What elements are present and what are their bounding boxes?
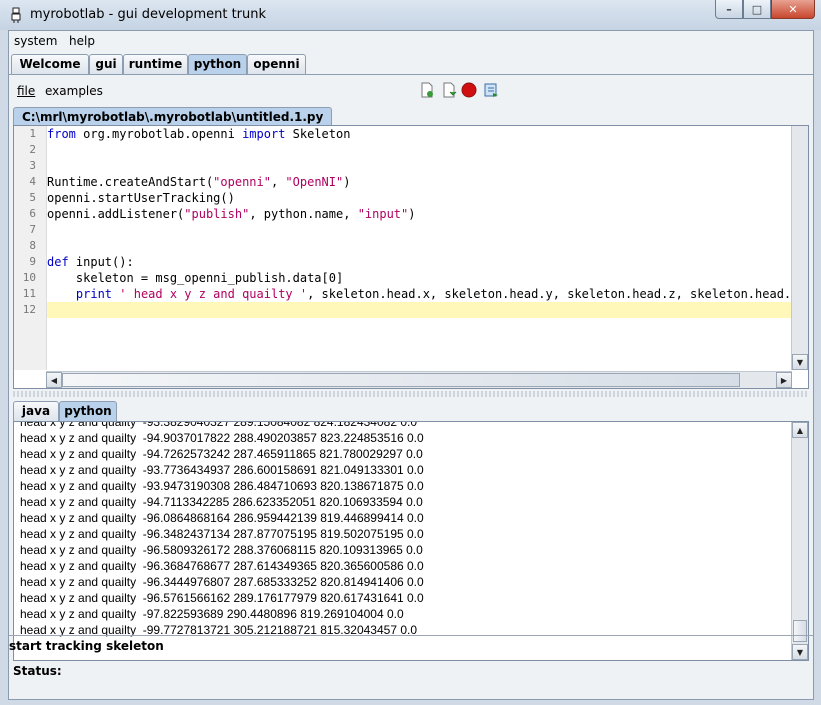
tab-openni[interactable]: openni: [247, 54, 306, 74]
python-menu-file[interactable]: file: [17, 84, 35, 98]
current-line-highlight: [47, 302, 791, 318]
console-line: head x y z and quailty -93.3829040327 28…: [20, 422, 418, 429]
tab-python-output[interactable]: python: [59, 401, 117, 421]
console-line: head x y z and quailty -96.3684768677 28…: [20, 559, 424, 573]
code-line-9: def input():: [47, 255, 134, 269]
menu-system[interactable]: system: [14, 34, 57, 48]
console-vertical-scrollbar[interactable]: ▲ ▼: [791, 422, 808, 660]
title-bar[interactable]: myrobotlab - gui development trunk – □ ✕: [0, 0, 821, 30]
execute-icon[interactable]: [483, 82, 499, 98]
console-text-area: head x y z and quailty -93.3829040327 28…: [14, 422, 791, 660]
menu-help[interactable]: help: [69, 34, 95, 48]
console-output[interactable]: head x y z and quailty -93.3829040327 28…: [13, 421, 809, 661]
scroll-down-arrow-icon[interactable]: ▼: [792, 644, 808, 660]
console-line: head x y z and quailty -93.7736434937 28…: [20, 463, 424, 477]
tab-python[interactable]: python: [188, 54, 247, 74]
robot-app-icon: [11, 7, 21, 23]
console-line: head x y z and quailty -96.0864868164 28…: [20, 511, 424, 525]
code-line-6: openni.addListener("publish", python.nam…: [47, 207, 416, 221]
main-window: system help Welcome gui runtime python o…: [8, 30, 814, 700]
editor-horizontal-scrollbar[interactable]: ◀ ▶: [46, 371, 792, 388]
line-number: 1: [29, 127, 36, 140]
console-line: head x y z and quailty -96.3444976807 28…: [20, 575, 424, 589]
minimize-button[interactable]: –: [715, 0, 743, 19]
tab-divider: [9, 74, 813, 75]
console-line: head x y z and quailty -93.9473190308 28…: [20, 479, 424, 493]
split-pane-divider[interactable]: [13, 391, 807, 397]
scroll-right-arrow-icon[interactable]: ▶: [776, 372, 792, 388]
python-menu-examples-label: examples: [45, 84, 103, 98]
scroll-up-arrow-icon[interactable]: ▲: [792, 422, 808, 438]
code-editor[interactable]: 1 2 3 4 5 6 7 8 9 10 11 12 from org.myro…: [13, 125, 809, 389]
python-menu-bar: file examples: [11, 76, 809, 102]
scroll-down-arrow-icon[interactable]: ▼: [792, 354, 808, 370]
close-button[interactable]: ✕: [771, 0, 815, 19]
line-number: 9: [29, 255, 36, 268]
line-number: 11: [22, 287, 36, 300]
code-line-4: Runtime.createAndStart("openni", "OpenNI…: [47, 175, 351, 189]
python-menu-examples[interactable]: examples: [45, 84, 103, 98]
new-file-icon[interactable]: [419, 82, 435, 98]
line-number: 2: [29, 143, 36, 156]
line-number: 7: [29, 223, 36, 236]
scroll-thumb[interactable]: [793, 620, 807, 642]
line-number: 4: [29, 175, 36, 188]
status-label: Status:: [13, 664, 62, 678]
console-line: head x y z and quailty -97.822593689 290…: [20, 607, 404, 621]
editor-file-tab[interactable]: C:\mrl\myrobotlab\.myrobotlab\untitled.1…: [13, 107, 333, 126]
tab-welcome[interactable]: Welcome: [11, 54, 89, 74]
menu-bar: system help: [9, 31, 813, 53]
line-number: 12: [22, 303, 36, 316]
status-separator: [9, 635, 813, 636]
scroll-thumb[interactable]: [62, 373, 740, 387]
maximize-button[interactable]: □: [743, 0, 771, 19]
window-title: myrobotlab - gui development trunk: [30, 7, 267, 22]
open-file-icon[interactable]: [441, 82, 457, 98]
console-line: head x y z and quailty -96.3482437134 28…: [20, 527, 424, 541]
tab-runtime[interactable]: runtime: [123, 54, 188, 74]
line-number-gutter: 1 2 3 4 5 6 7 8 9 10 11 12: [14, 126, 47, 370]
status-message: start tracking skeleton: [9, 639, 164, 653]
python-panel: file examples C:\mrl\myrobotlab\.myrobot…: [11, 76, 809, 696]
tab-gui[interactable]: gui: [89, 54, 123, 74]
console-line: head x y z and quailty -94.7113342285 28…: [20, 495, 423, 509]
tab-java[interactable]: java: [13, 401, 59, 421]
code-line-5: openni.startUserTracking(): [47, 191, 235, 205]
code-text-area[interactable]: from org.myrobotlab.openni import Skelet…: [47, 126, 791, 370]
console-line: head x y z and quailty -94.7262573242 28…: [20, 447, 423, 461]
console-line: head x y z and quailty -96.5761566162 28…: [20, 591, 424, 605]
editor-vertical-scrollbar[interactable]: ▼: [791, 126, 808, 370]
scroll-left-arrow-icon[interactable]: ◀: [46, 372, 62, 388]
line-number: 6: [29, 207, 36, 220]
console-line: head x y z and quailty -94.9037017822 28…: [20, 431, 424, 445]
console-line: head x y z and quailty -96.5809326172 28…: [20, 543, 423, 557]
code-line-11: print ' head x y z and quailty ', skelet…: [75, 287, 791, 301]
code-line-1: from org.myrobotlab.openni import Skelet…: [47, 127, 351, 141]
line-number: 10: [22, 271, 36, 284]
stop-icon[interactable]: [461, 82, 477, 98]
code-line-10: skeleton = msg_openni_publish.data[0]: [47, 271, 344, 285]
line-number: 8: [29, 239, 36, 252]
line-number: 3: [29, 159, 36, 172]
line-number: 5: [29, 191, 36, 204]
